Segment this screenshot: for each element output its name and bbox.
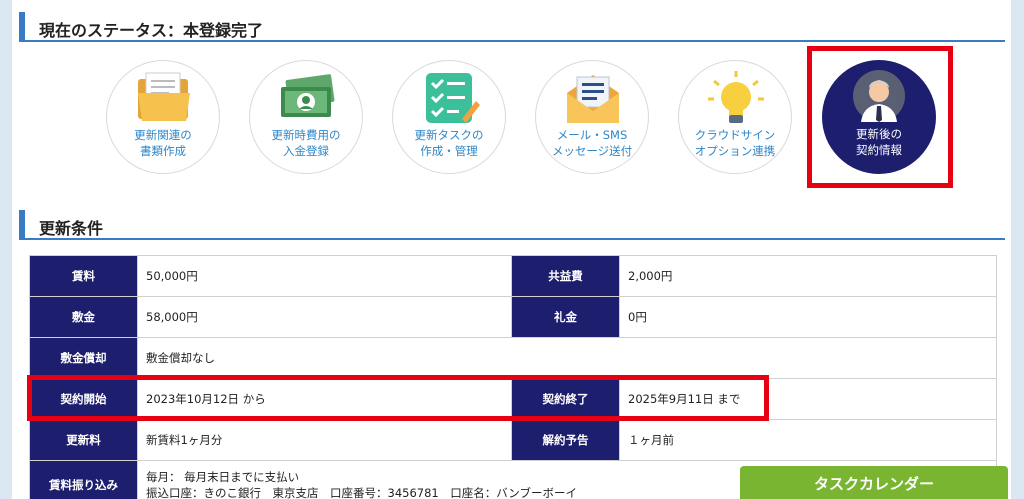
step-label: 更新関連の 書類作成	[134, 128, 192, 158]
table-row: 敷金 58,000円 礼金 0円	[29, 296, 997, 338]
deposit-amortization-value: 敷金償却なし	[137, 337, 997, 379]
step-tasks-button[interactable]: 更新タスクの 作成・管理	[392, 60, 506, 174]
conditions-title: 更新条件	[39, 219, 104, 238]
cancellation-notice-value: １ヶ月前	[619, 419, 997, 461]
section-accent-bar	[19, 12, 25, 40]
folder-documents-icon	[138, 72, 190, 121]
step-mail-button[interactable]: メール・SMS メッセージ送付	[535, 60, 649, 174]
common-fee-label: 共益費	[511, 255, 620, 297]
money-bills-icon	[281, 74, 335, 117]
status-title: 現在のステータス：本登録完了	[39, 21, 264, 40]
deposit-value: 58,000円	[137, 296, 512, 338]
table-row: 更新料 新賃料1ヶ月分 解約予告 １ヶ月前	[29, 419, 997, 461]
step-documents-button[interactable]: 更新関連の 書類作成	[106, 60, 220, 174]
section-accent-bar	[19, 210, 25, 238]
step-cloudsign-button[interactable]: クラウドサイン オプション連携	[678, 60, 792, 174]
status-section-title: 現在のステータス：本登録完了	[19, 12, 1005, 42]
table-row: 賃料 50,000円 共益費 2,000円	[29, 255, 997, 297]
renewal-fee-label: 更新料	[29, 419, 138, 461]
deposit-label: 敷金	[29, 296, 138, 338]
mail-envelope-icon	[567, 75, 619, 123]
task-calendar-button[interactable]: タスクカレンダー	[740, 466, 1008, 499]
rent-value: 50,000円	[137, 255, 512, 297]
highlight-frame	[807, 46, 953, 188]
rent-transfer-label: 賃料振り込み	[29, 460, 138, 499]
step-label: 更新タスクの 作成・管理	[414, 128, 484, 158]
common-fee-value: 2,000円	[619, 255, 997, 297]
rent-label: 賃料	[29, 255, 138, 297]
task-checklist-icon	[426, 73, 480, 123]
key-money-label: 礼金	[511, 296, 620, 338]
renewal-fee-value: 新賃料1ヶ月分	[137, 419, 512, 461]
conditions-section-title: 更新条件	[19, 210, 1005, 240]
step-label: 更新時費用の 入金登録	[271, 128, 341, 158]
highlight-frame	[27, 375, 769, 421]
lightbulb-icon	[708, 71, 764, 123]
step-label: クラウドサイン オプション連携	[694, 128, 776, 158]
step-label: メール・SMS メッセージ送付	[551, 128, 633, 158]
main-panel: 現在のステータス：本登録完了 更新関連の 書類作成 更新時費用の 入金登録 更新…	[12, 0, 1011, 499]
deposit-amortization-label: 敷金償却	[29, 337, 138, 379]
table-row: 敷金償却 敷金償却なし	[29, 337, 997, 379]
cancellation-notice-label: 解約予告	[511, 419, 620, 461]
key-money-value: 0円	[619, 296, 997, 338]
step-payment-button[interactable]: 更新時費用の 入金登録	[249, 60, 363, 174]
